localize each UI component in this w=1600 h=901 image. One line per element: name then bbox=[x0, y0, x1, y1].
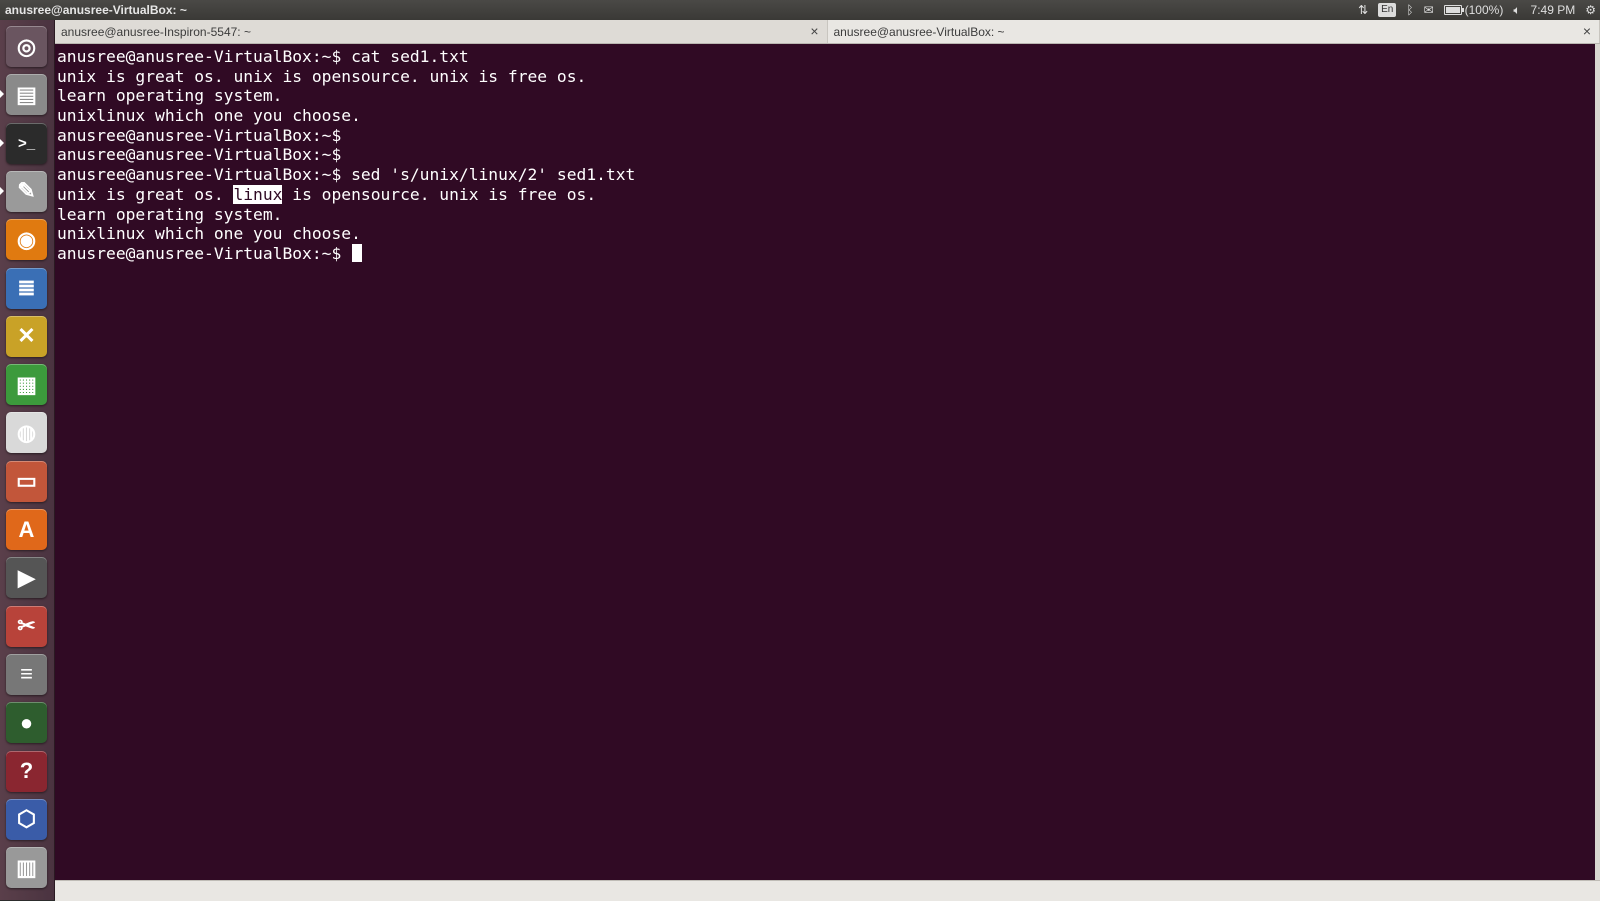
firefox-icon: ◉ bbox=[17, 227, 36, 253]
launcher-firefox[interactable]: ◉ bbox=[6, 219, 47, 260]
tab-inspiron[interactable]: anusree@anusree-Inspiron-5547: ~ × bbox=[55, 20, 828, 43]
running-indicator bbox=[0, 139, 4, 147]
top-panel: anusree@anusree-VirtualBox: ~ ⇅ En ᛒ ✉ (… bbox=[0, 0, 1600, 20]
volume-icon[interactable]: 🔈︎ bbox=[1513, 3, 1520, 18]
running-indicator bbox=[0, 187, 4, 195]
launcher-chrome[interactable]: ◍ bbox=[6, 412, 47, 453]
gear-icon[interactable]: ⚙ bbox=[1585, 3, 1596, 17]
tab-label: anusree@anusree-VirtualBox: ~ bbox=[834, 25, 1005, 39]
close-icon[interactable]: × bbox=[1583, 23, 1591, 39]
launcher-software-center[interactable]: A bbox=[6, 509, 47, 550]
stack-icon: ≡ bbox=[20, 661, 33, 687]
highlighted-word: linux bbox=[233, 185, 282, 204]
line-text: unix is great os. bbox=[57, 185, 233, 204]
launcher-terminal[interactable]: >_ bbox=[6, 123, 47, 164]
launcher-impress[interactable]: ▭ bbox=[6, 461, 47, 502]
text-editor-icon: ✎ bbox=[17, 178, 35, 204]
line-text: anusree@anusree-VirtualBox:~$ cat sed1.t… bbox=[57, 47, 469, 66]
clock[interactable]: 7:49 PM bbox=[1531, 3, 1576, 17]
terminal-line: learn operating system. bbox=[57, 86, 1595, 106]
virtualbox-icon: ⬡ bbox=[17, 806, 36, 832]
window-title: anusree@anusree-VirtualBox: ~ bbox=[0, 3, 187, 17]
settings-tools-icon: ✂ bbox=[17, 613, 35, 639]
battery-icon bbox=[1444, 5, 1462, 15]
globe-icon: ● bbox=[20, 710, 33, 736]
terminal-line: unixlinux which one you choose. bbox=[57, 224, 1595, 244]
presentation-icon: ▭ bbox=[16, 468, 37, 494]
battery-indicator[interactable]: (100%) bbox=[1444, 3, 1504, 17]
mail-icon[interactable]: ✉ bbox=[1424, 3, 1434, 17]
launcher-video-editor[interactable]: ▶ bbox=[6, 557, 47, 598]
terminal-line: unix is great os. linux is opensource. u… bbox=[57, 185, 1595, 205]
line-text: anusree@anusree-VirtualBox:~$ bbox=[57, 145, 351, 164]
help-icon: ? bbox=[20, 758, 33, 784]
launcher-text-editor[interactable]: ✎ bbox=[6, 171, 47, 212]
terminal-line: learn operating system. bbox=[57, 205, 1595, 225]
terminal-line: anusree@anusree-VirtualBox:~$ cat sed1.t… bbox=[57, 47, 1595, 67]
line-text: unix is great os. unix is opensource. un… bbox=[57, 67, 586, 86]
terminal-scrollbar[interactable] bbox=[1595, 44, 1600, 880]
launcher-dash-home[interactable]: ◎ bbox=[6, 26, 47, 67]
launcher: ◎ ▤ >_ ✎ ◉ ≣ ✕ ▦ ◍ ▭ A ▶ ✂ ≡ ●? ⬡ ▥ bbox=[0, 20, 55, 900]
chrome-icon: ◍ bbox=[17, 420, 36, 446]
tab-virtualbox[interactable]: anusree@anusree-VirtualBox: ~ × bbox=[828, 20, 1600, 43]
writer-document-icon: ≣ bbox=[17, 275, 35, 301]
software-center-icon: A bbox=[19, 517, 35, 543]
launcher-virtualbox[interactable]: ⬡ bbox=[6, 799, 47, 840]
line-text: anusree@anusree-VirtualBox:~$ sed 's/uni… bbox=[57, 165, 635, 184]
terminal-output[interactable]: anusree@anusree-VirtualBox:~$ cat sed1.t… bbox=[55, 44, 1595, 880]
xchat-icon: ✕ bbox=[17, 323, 35, 349]
terminal-line: unix is great os. unix is opensource. un… bbox=[57, 67, 1595, 87]
ubuntu-logo-icon: ◎ bbox=[17, 34, 36, 60]
launcher-system-settings[interactable]: ✂ bbox=[6, 606, 47, 647]
keyboard-layout-label: En bbox=[1378, 3, 1396, 17]
trash-icon: ▥ bbox=[16, 855, 37, 881]
battery-percent: (100%) bbox=[1465, 3, 1504, 17]
indicator-area: ⇅ En ᛒ ✉ (100%) 🔈︎ 7:49 PM ⚙ bbox=[1358, 0, 1596, 20]
terminal-line: anusree@anusree-VirtualBox:~$ bbox=[57, 145, 1595, 165]
line-text: unixlinux which one you choose. bbox=[57, 224, 361, 243]
launcher-globe[interactable]: ● bbox=[6, 702, 47, 743]
launcher-trash[interactable]: ▥ bbox=[6, 847, 47, 888]
window-bottom-edge bbox=[55, 880, 1600, 901]
line-text: anusree@anusree-VirtualBox:~$ bbox=[57, 244, 351, 263]
line-text: unixlinux which one you choose. bbox=[57, 106, 361, 125]
terminal-line: anusree@anusree-VirtualBox:~$ bbox=[57, 244, 1595, 264]
launcher-writer[interactable]: ≣ bbox=[6, 268, 47, 309]
file-manager-icon: ▤ bbox=[16, 82, 37, 108]
bluetooth-icon[interactable]: ᛒ bbox=[1406, 3, 1413, 17]
terminal-cursor bbox=[352, 244, 362, 262]
launcher-help[interactable]: ? bbox=[6, 751, 47, 792]
line-text: is opensource. unix is free os. bbox=[282, 185, 596, 204]
spreadsheet-icon: ▦ bbox=[16, 372, 37, 398]
video-clapper-icon: ▶ bbox=[18, 565, 35, 591]
terminal-line: anusree@anusree-VirtualBox:~$ sed 's/uni… bbox=[57, 165, 1595, 185]
line-text: anusree@anusree-VirtualBox:~$ bbox=[57, 126, 351, 145]
network-updown-icon[interactable]: ⇅ bbox=[1358, 3, 1368, 17]
terminal-tab-bar: anusree@anusree-Inspiron-5547: ~ × anusr… bbox=[55, 20, 1600, 44]
terminal-line: unixlinux which one you choose. bbox=[57, 106, 1595, 126]
terminal-line: anusree@anusree-VirtualBox:~$ bbox=[57, 126, 1595, 146]
launcher-xchat[interactable]: ✕ bbox=[6, 316, 47, 357]
tab-label: anusree@anusree-Inspiron-5547: ~ bbox=[61, 25, 251, 39]
line-text: learn operating system. bbox=[57, 86, 282, 105]
keyboard-layout-indicator[interactable]: En bbox=[1378, 3, 1396, 17]
close-icon[interactable]: × bbox=[810, 23, 818, 39]
running-indicator bbox=[0, 90, 4, 98]
line-text: learn operating system. bbox=[57, 205, 282, 224]
launcher-stacks[interactable]: ≡ bbox=[6, 654, 47, 695]
launcher-files[interactable]: ▤ bbox=[6, 74, 47, 115]
launcher-calc[interactable]: ▦ bbox=[6, 364, 47, 405]
terminal-icon: >_ bbox=[18, 135, 35, 152]
